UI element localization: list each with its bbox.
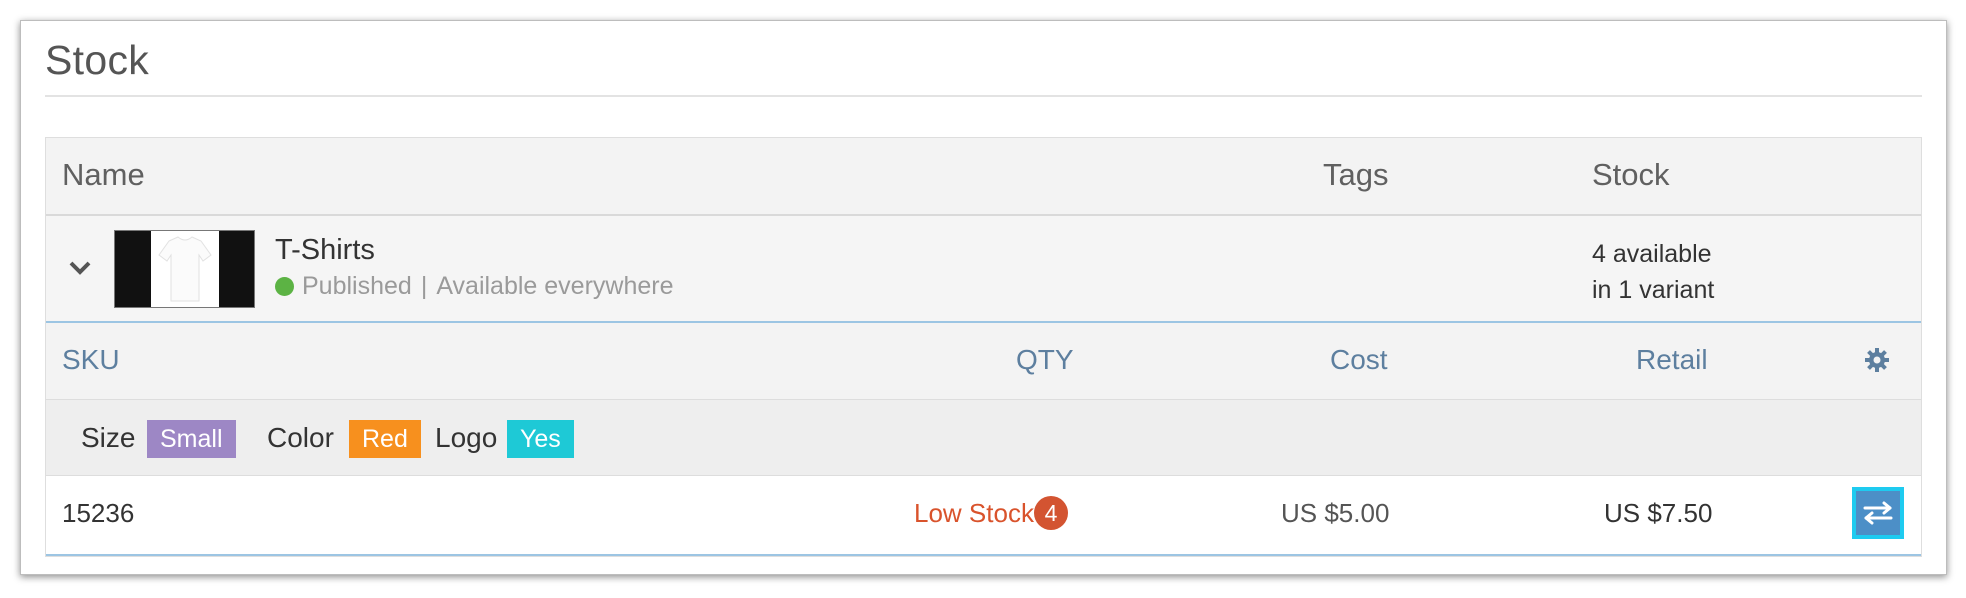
qty-count-badge: 4 — [1034, 496, 1068, 530]
status-separator: | — [420, 272, 428, 300]
stock-available: 4 available — [1592, 240, 1712, 268]
stock-summary: 4 available in 1 variant — [1592, 236, 1714, 308]
column-header-sku[interactable]: SKU — [62, 344, 120, 376]
product-status: Published — [302, 272, 412, 300]
variant-row: 15236 Low Stock 4 US $5.00 US $7.50 — [46, 476, 1921, 556]
gear-icon[interactable] — [1864, 347, 1890, 373]
stock-variant-count: in 1 variant — [1592, 276, 1715, 304]
qty-status: Low Stock — [914, 498, 1034, 528]
column-header-retail[interactable]: Retail — [1636, 344, 1708, 376]
variant-header: SKU QTY Cost Retail — [46, 323, 1921, 400]
stock-panel: Stock Name Tags Stock T-Shirts Published… — [20, 20, 1947, 575]
column-header-cost[interactable]: Cost — [1330, 344, 1388, 376]
option-badge-size: Small — [147, 420, 236, 458]
swap-arrows-icon — [1863, 501, 1893, 525]
product-row[interactable]: T-Shirts Published | Available everywher… — [46, 216, 1921, 323]
column-header-stock[interactable]: Stock — [1592, 157, 1670, 193]
option-badge-color: Red — [349, 420, 421, 458]
product-status-line: Published | Available everywhere — [275, 272, 673, 301]
option-label-color: Color — [267, 422, 334, 453]
product-thumbnail[interactable] — [114, 230, 255, 308]
option-label-logo: Logo — [435, 422, 498, 453]
column-header-tags[interactable]: Tags — [1323, 157, 1388, 193]
product-availability: Available everywhere — [436, 272, 674, 300]
published-status-dot — [275, 277, 294, 296]
t-shirt-icon — [158, 236, 212, 302]
variant-cost: US $5.00 — [1281, 498, 1390, 528]
column-header-qty[interactable]: QTY — [1016, 344, 1074, 376]
chevron-down-icon[interactable] — [66, 254, 94, 282]
variant-options-row: Size Small Color Red Logo Yes — [46, 400, 1921, 476]
product-name[interactable]: T-Shirts — [275, 234, 375, 267]
stock-table: Name Tags Stock T-Shirts Published | Ava… — [45, 137, 1922, 557]
title-divider — [45, 95, 1922, 97]
table-header: Name Tags Stock — [46, 138, 1921, 216]
variant-retail: US $7.50 — [1604, 498, 1713, 528]
page-title: Stock — [45, 37, 150, 83]
option-label-size: Size — [81, 422, 136, 453]
option-badge-logo: Yes — [507, 420, 574, 458]
variant-sku: 15236 — [62, 498, 135, 528]
column-header-name[interactable]: Name — [62, 157, 145, 193]
stock-transfer-button[interactable] — [1852, 487, 1904, 539]
